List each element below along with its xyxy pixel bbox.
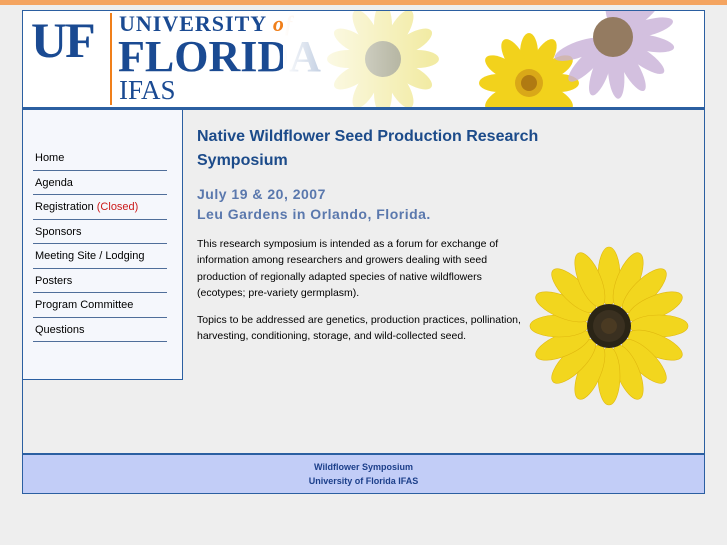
page-frame: UF UNIVERSITY of FLORIDA IFAS Home Agend… bbox=[22, 10, 705, 494]
nav-item-questions[interactable]: Questions bbox=[33, 318, 167, 342]
footer-line-2: University of Florida IFAS bbox=[308, 476, 419, 486]
header-flower-banner bbox=[283, 11, 704, 107]
nav-item-registration[interactable]: Registration (Closed) bbox=[33, 195, 167, 220]
nav-item-label: Sponsors bbox=[35, 225, 82, 238]
page-title: Native Wildflower Seed Production Resear… bbox=[197, 128, 539, 169]
event-location: Leu Gardens in Orlando, Florida. bbox=[197, 206, 431, 222]
footer-line-1: Wildflower Symposium bbox=[314, 462, 413, 472]
nav-item-label: Posters bbox=[35, 274, 73, 287]
site-header: UF UNIVERSITY of FLORIDA IFAS bbox=[23, 11, 704, 110]
uf-logo-mark[interactable]: UF bbox=[31, 15, 96, 65]
topics-paragraph: Topics to be addressed are genetics, pro… bbox=[197, 314, 521, 343]
nav-item-sponsors[interactable]: Sponsors bbox=[33, 220, 167, 244]
nav-item-meeting-site-lodging[interactable]: Meeting Site / Lodging bbox=[33, 244, 167, 269]
sidebar: Home Agenda Registration (Closed) Sponso… bbox=[23, 110, 183, 380]
nav-item-home[interactable]: Home bbox=[33, 146, 167, 171]
event-details: July 19 & 20, 2007 Leu Gardens in Orland… bbox=[197, 184, 431, 224]
registration-closed-badge: (Closed) bbox=[96, 201, 139, 213]
ifas-wordmark: IFAS bbox=[119, 75, 176, 105]
nav-item-label: Questions bbox=[35, 323, 85, 336]
nav-item-label: Program Committee bbox=[35, 299, 134, 311]
nav-item-program-committee[interactable]: Program Committee bbox=[33, 293, 167, 318]
wildflower-image bbox=[529, 246, 689, 406]
nav-item-agenda[interactable]: Agenda bbox=[33, 171, 167, 195]
nav-item-label: Agenda bbox=[35, 176, 73, 189]
nav-item-label: Home bbox=[35, 152, 65, 164]
intro-paragraph: This research symposium is intended as a… bbox=[197, 238, 499, 300]
event-date: July 19 & 20, 2007 bbox=[197, 186, 326, 202]
nav-item-posters[interactable]: Posters bbox=[33, 269, 167, 293]
top-accent-bar bbox=[0, 0, 727, 5]
site-footer: Wildflower Symposium University of Flori… bbox=[23, 453, 704, 493]
sidebar-nav: Home Agenda Registration (Closed) Sponso… bbox=[33, 146, 167, 342]
nav-item-label: Registration bbox=[35, 201, 94, 213]
nav-item-label: Meeting Site / Lodging bbox=[35, 250, 145, 262]
logo-divider bbox=[110, 13, 112, 105]
